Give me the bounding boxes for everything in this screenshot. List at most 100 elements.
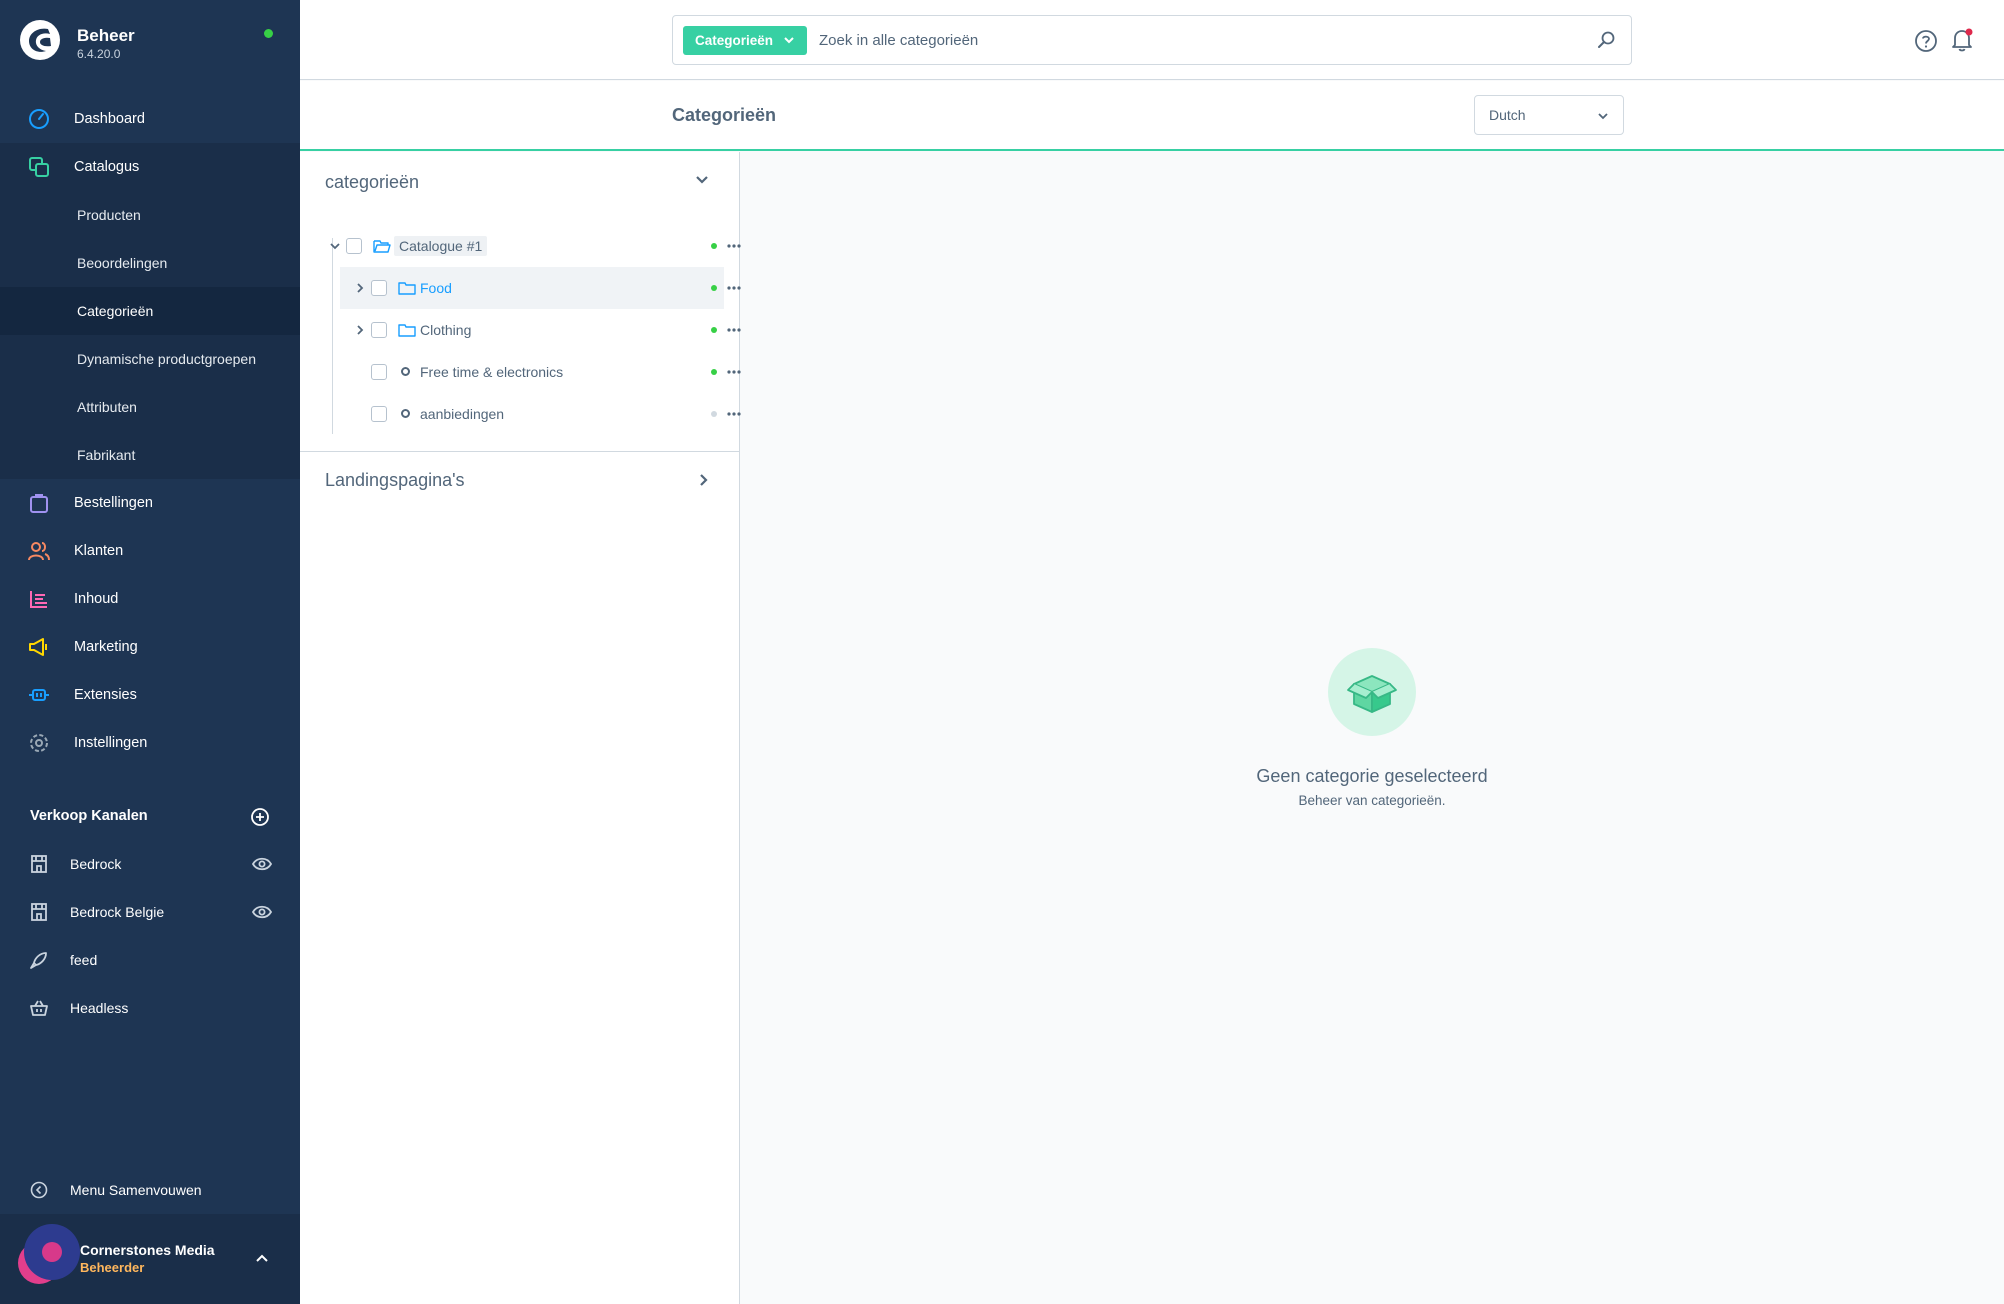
nav-dashboard[interactable]: Dashboard xyxy=(0,95,300,143)
dashboard-gauge-icon xyxy=(29,109,49,129)
nav-sub-label: Attributen xyxy=(77,399,137,415)
add-sales-channel-icon[interactable] xyxy=(250,807,270,827)
shopware-logo-icon[interactable] xyxy=(20,20,60,60)
channel-label: Headless xyxy=(70,1000,129,1016)
channel-bedrock-belgie[interactable]: Bedrock Belgie xyxy=(0,888,300,936)
tree-checkbox[interactable] xyxy=(371,406,387,422)
nav-label: Instellingen xyxy=(74,735,148,751)
nav-klanten[interactable]: Klanten xyxy=(0,527,300,575)
tree-item-label[interactable]: Catalogue #1 xyxy=(394,236,488,256)
search-icon[interactable] xyxy=(1597,30,1617,50)
open-box-icon xyxy=(1347,675,1397,713)
eye-icon[interactable] xyxy=(252,855,272,873)
basket-icon xyxy=(30,1000,48,1016)
search-type-dropdown[interactable]: Categorieën xyxy=(683,26,807,55)
tree-item-label[interactable]: Free time & electronics xyxy=(420,364,563,380)
nav-fabrikant[interactable]: Fabrikant xyxy=(0,431,300,479)
status-dot-active xyxy=(711,369,717,375)
nav-sub-label: Producten xyxy=(77,207,141,223)
admin-sidebar: Beheer 6.4.20.0 Dashboard Catalogus Prod… xyxy=(0,0,300,1304)
chevron-right-icon[interactable] xyxy=(354,324,366,336)
collapse-label: Menu Samenvouwen xyxy=(70,1182,202,1198)
more-options-icon[interactable] xyxy=(727,244,741,248)
rocket-icon xyxy=(30,952,47,969)
tree-item-label[interactable]: aanbiedingen xyxy=(420,406,504,422)
tree-item-food[interactable]: Food xyxy=(340,267,741,309)
chevron-right-icon[interactable] xyxy=(354,282,366,294)
tree-checkbox[interactable] xyxy=(371,364,387,380)
nav-bestellingen[interactable]: Bestellingen xyxy=(0,479,300,527)
more-options-icon[interactable] xyxy=(727,412,741,416)
search-type-label: Categorieën xyxy=(695,33,774,48)
nav-attributen[interactable]: Attributen xyxy=(0,383,300,431)
nav-label: Klanten xyxy=(74,543,124,559)
page-header: Categorieën Dutch xyxy=(300,81,2004,151)
chevron-down-icon xyxy=(784,37,794,44)
page-title: Categorieën xyxy=(672,105,777,125)
nav-dynamische-productgroepen[interactable]: Dynamische productgroepen xyxy=(0,335,300,383)
brand-name: Beheer xyxy=(77,26,135,45)
channel-headless[interactable]: Headless xyxy=(0,984,300,1032)
status-dot-active xyxy=(711,243,717,249)
nav-marketing[interactable]: Marketing xyxy=(0,623,300,671)
chevron-up-icon[interactable] xyxy=(254,1250,270,1266)
chevron-down-icon[interactable] xyxy=(329,240,341,252)
channel-label: feed xyxy=(70,952,98,968)
nav-sub-label: Fabrikant xyxy=(77,447,136,463)
tree-item-root[interactable]: Catalogue #1 xyxy=(325,225,741,267)
shopping-bag-icon xyxy=(30,494,48,513)
nav-categorieen[interactable]: Categorieën xyxy=(0,287,300,335)
nav-instellingen[interactable]: Instellingen xyxy=(0,719,300,767)
nav-label: Bestellingen xyxy=(74,495,153,511)
channel-label: Bedrock Belgie xyxy=(70,904,165,920)
search-input[interactable] xyxy=(819,26,1559,55)
tree-connector-line xyxy=(332,238,333,434)
tree-item-label[interactable]: Clothing xyxy=(420,322,471,338)
more-options-icon[interactable] xyxy=(727,286,741,290)
leaf-node-icon xyxy=(401,367,410,376)
chevron-right-icon[interactable] xyxy=(696,472,712,488)
content-list-icon xyxy=(30,591,47,608)
catalog-icon xyxy=(29,157,49,177)
collapse-menu-button[interactable]: Menu Samenvouwen xyxy=(0,1166,300,1214)
notification-bell-icon[interactable] xyxy=(1950,27,1974,53)
landing-pages-title[interactable]: Landingspagina's xyxy=(325,470,465,491)
nav-producten[interactable]: Producten xyxy=(0,191,300,239)
nav-inhoud[interactable]: Inhoud xyxy=(0,575,300,623)
help-icon[interactable] xyxy=(1914,29,1938,53)
tree-item-free-time-electronics[interactable]: Free time & electronics xyxy=(340,351,741,393)
tree-item-aanbiedingen[interactable]: aanbiedingen xyxy=(340,393,741,435)
megaphone-icon xyxy=(29,638,47,656)
brand-header: Beheer 6.4.20.0 xyxy=(0,0,300,84)
status-dot-active xyxy=(711,285,717,291)
channel-feed[interactable]: feed xyxy=(0,936,300,984)
sales-channels-title: Verkoop Kanalen xyxy=(30,808,148,824)
empty-state-title: Geen categorie geselecteerd xyxy=(1256,766,1488,786)
user-role: Beheerder xyxy=(80,1260,145,1275)
tree-checkbox[interactable] xyxy=(371,280,387,296)
tree-checkbox[interactable] xyxy=(371,322,387,338)
top-bar: Categorieën xyxy=(300,0,2004,80)
user-profile[interactable]: Cornerstones Media Beheerder xyxy=(0,1214,300,1304)
tree-item-label[interactable]: Food xyxy=(420,280,452,296)
nav-label: Dashboard xyxy=(74,111,145,127)
channel-bedrock[interactable]: Bedrock xyxy=(0,840,300,888)
category-tree-title: categorieën xyxy=(325,172,420,192)
more-options-icon[interactable] xyxy=(727,328,741,332)
eye-icon[interactable] xyxy=(252,903,272,921)
chevron-down-icon[interactable] xyxy=(694,172,710,188)
leaf-node-icon xyxy=(401,409,410,418)
storefront-icon xyxy=(31,903,47,921)
language-select[interactable]: Dutch xyxy=(1474,95,1624,135)
users-icon xyxy=(28,542,50,561)
nav-label: Catalogus xyxy=(74,159,140,175)
nav-beoordelingen[interactable]: Beoordelingen xyxy=(0,239,300,287)
more-options-icon[interactable] xyxy=(727,370,741,374)
nav-sub-label: Dynamische productgroepen xyxy=(77,351,256,367)
nav-catalogus[interactable]: Catalogus xyxy=(0,143,300,191)
status-dot-active xyxy=(711,327,717,333)
tree-checkbox[interactable] xyxy=(346,238,362,254)
tree-item-clothing[interactable]: Clothing xyxy=(340,309,741,351)
nav-extensies[interactable]: Extensies xyxy=(0,671,300,719)
collapse-chevron-left-icon xyxy=(30,1181,48,1199)
